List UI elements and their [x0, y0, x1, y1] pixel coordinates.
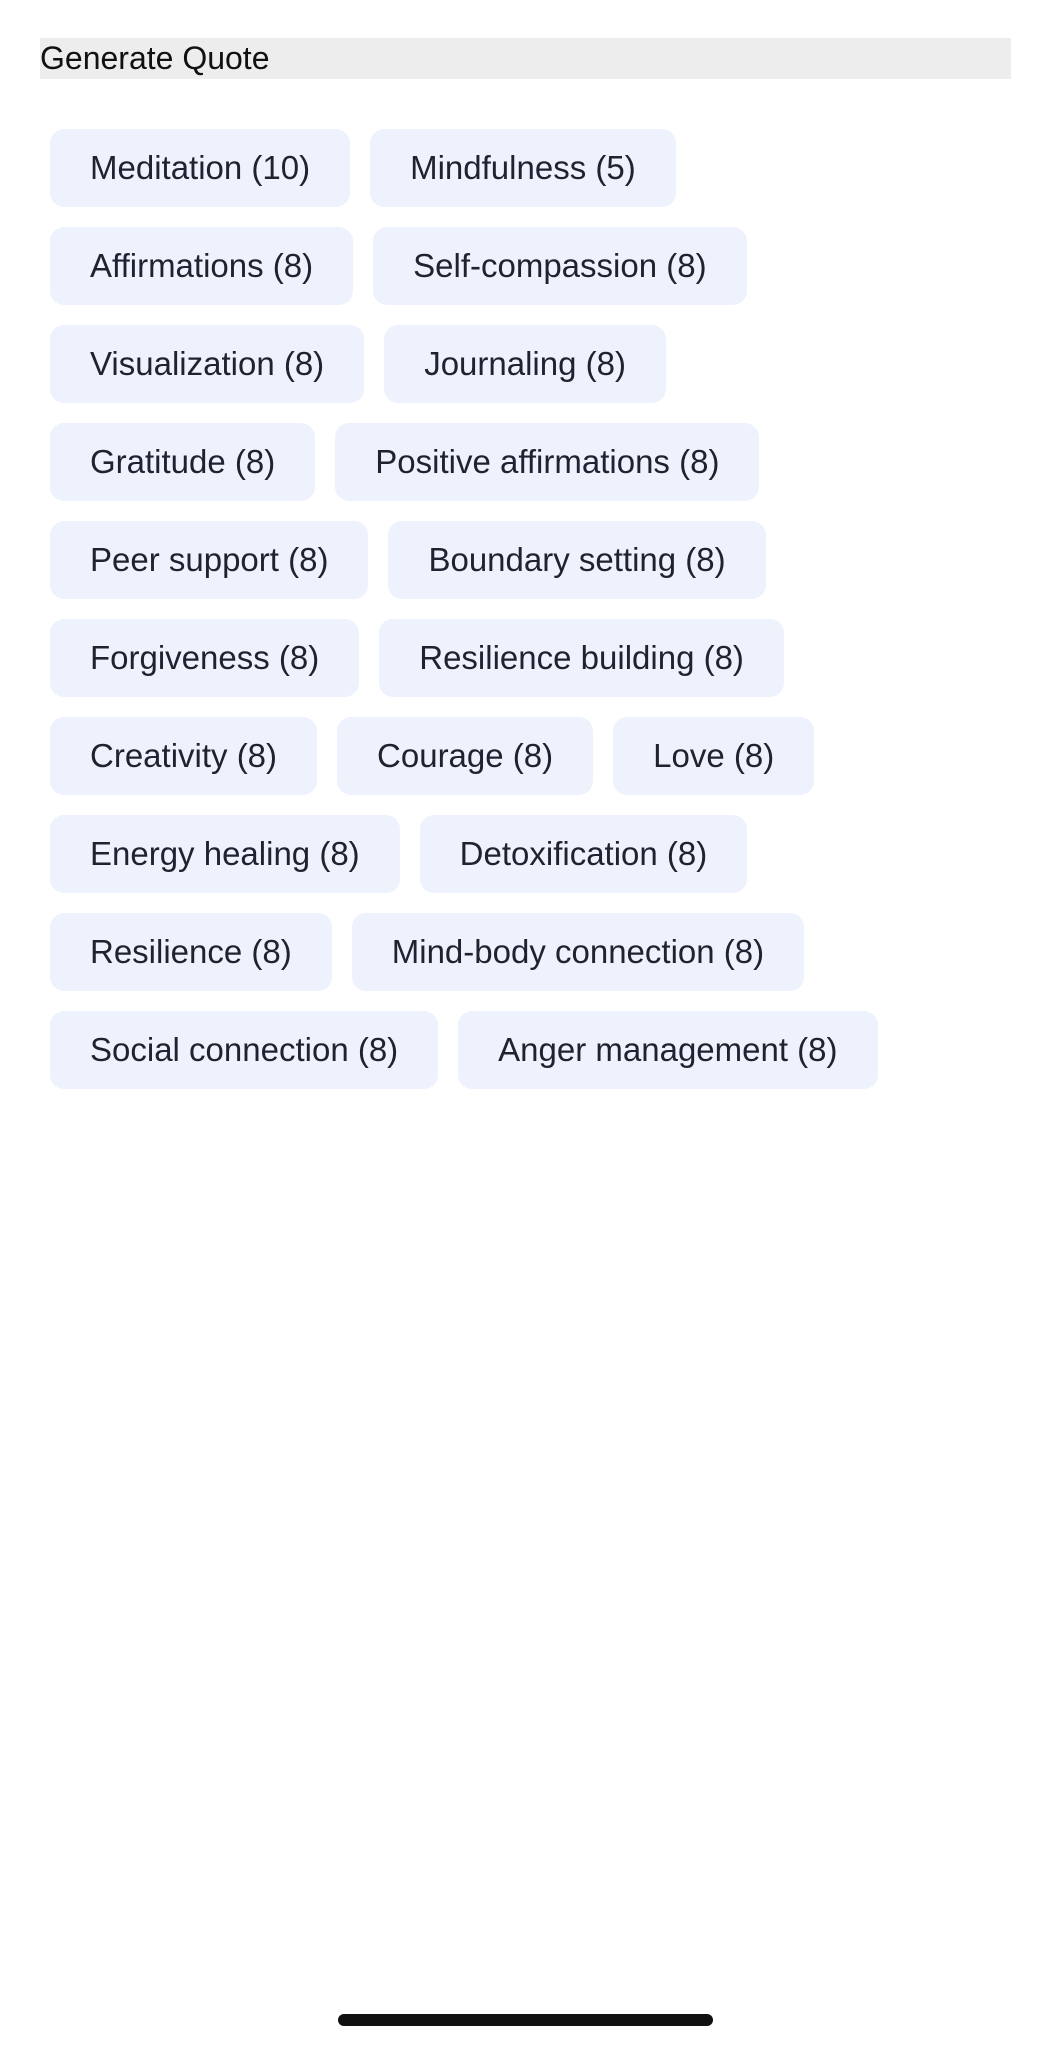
tag-meditation[interactable]: Meditation (10) [50, 129, 351, 207]
tag-mind-body-connection[interactable]: Mind-body connection (8) [351, 913, 805, 991]
tag-row: Energy healing (8) Detoxification (8) [50, 815, 1000, 893]
tag-row: Resilience (8) Mind-body connection (8) [50, 913, 1000, 991]
tag-detoxification[interactable]: Detoxification (8) [419, 815, 748, 893]
tag-resilience[interactable]: Resilience (8) [50, 913, 332, 991]
tag-boundary-setting[interactable]: Boundary setting (8) [388, 521, 766, 599]
tag-self-compassion[interactable]: Self-compassion (8) [373, 227, 747, 305]
tag-row: Gratitude (8) Positive affirmations (8) [50, 423, 1000, 501]
tag-row: Creativity (8) Courage (8) Love (8) [50, 717, 1000, 795]
tag-resilience-building[interactable]: Resilience building (8) [379, 619, 784, 697]
tag-energy-healing[interactable]: Energy healing (8) [50, 815, 400, 893]
tag-journaling[interactable]: Journaling (8) [384, 325, 666, 403]
home-indicator[interactable] [338, 2014, 713, 2026]
category-tag-list: Meditation (10) Mindfulness (5) Affirmat… [50, 129, 1000, 1089]
tag-row: Visualization (8) Journaling (8) [50, 325, 1000, 403]
tag-positive-affirmations[interactable]: Positive affirmations (8) [335, 423, 760, 501]
generate-quote-button[interactable]: Generate Quote [40, 38, 1011, 79]
tag-row: Meditation (10) Mindfulness (5) [50, 129, 1000, 207]
tag-row: Affirmations (8) Self-compassion (8) [50, 227, 1000, 305]
tag-affirmations[interactable]: Affirmations (8) [50, 227, 354, 305]
tag-row: Social connection (8) Anger management (… [50, 1011, 1000, 1089]
tag-creativity[interactable]: Creativity (8) [50, 717, 318, 795]
tag-forgiveness[interactable]: Forgiveness (8) [50, 619, 360, 697]
tag-anger-management[interactable]: Anger management (8) [458, 1011, 878, 1089]
tag-social-connection[interactable]: Social connection (8) [50, 1011, 439, 1089]
tag-courage[interactable]: Courage (8) [337, 717, 594, 795]
tag-peer-support[interactable]: Peer support (8) [50, 521, 369, 599]
tag-row: Forgiveness (8) Resilience building (8) [50, 619, 1000, 697]
tag-row: Peer support (8) Boundary setting (8) [50, 521, 1000, 599]
tag-love[interactable]: Love (8) [613, 717, 815, 795]
tag-mindfulness[interactable]: Mindfulness (5) [370, 129, 676, 207]
tag-gratitude[interactable]: Gratitude (8) [50, 423, 316, 501]
tag-visualization[interactable]: Visualization (8) [50, 325, 365, 403]
